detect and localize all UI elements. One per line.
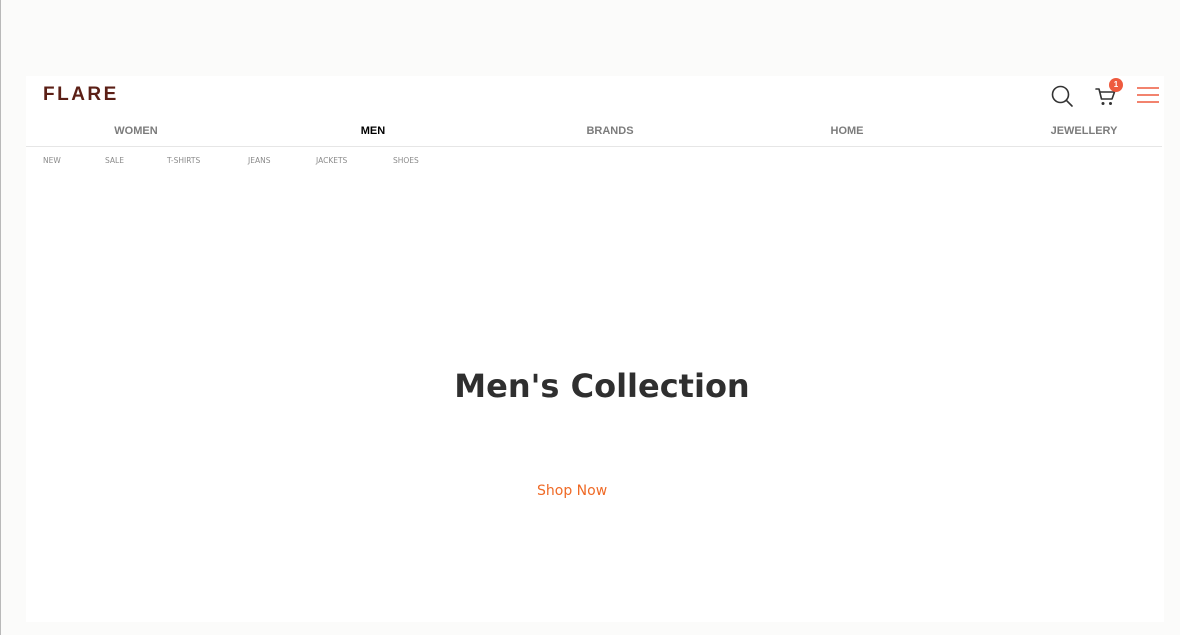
cart-count-badge: 1 xyxy=(1109,78,1123,92)
subnav-item-t-shirts[interactable]: T-SHIRTS xyxy=(167,156,200,165)
window-edge xyxy=(0,0,1,635)
brand-logo[interactable]: FLARE xyxy=(43,84,119,106)
subnav-item-new[interactable]: NEW xyxy=(43,156,61,165)
nav-item-jewellery[interactable]: JEWELLERY xyxy=(1051,125,1118,137)
subnav-item-jeans[interactable]: JEANS xyxy=(248,156,270,165)
subnav-item-shoes[interactable]: SHOES xyxy=(393,156,419,165)
page-container: FLARE 1 WOMEN MEN BRANDS HOME JEWELLERY … xyxy=(26,76,1164,622)
search-icon[interactable] xyxy=(1050,84,1074,108)
main-nav: WOMEN MEN BRANDS HOME JEWELLERY xyxy=(26,122,1162,147)
nav-item-home[interactable]: HOME xyxy=(831,125,864,137)
nav-item-women[interactable]: WOMEN xyxy=(114,125,157,137)
hero-title: Men's Collection xyxy=(454,367,750,405)
subnav-item-jackets[interactable]: JACKETS xyxy=(316,156,347,165)
shop-now-link[interactable]: Shop Now xyxy=(537,483,607,499)
menu-icon[interactable] xyxy=(1137,86,1159,104)
subnav-item-sale[interactable]: SALE xyxy=(105,156,124,165)
nav-item-brands[interactable]: BRANDS xyxy=(586,125,633,137)
nav-item-men[interactable]: MEN xyxy=(361,125,385,137)
